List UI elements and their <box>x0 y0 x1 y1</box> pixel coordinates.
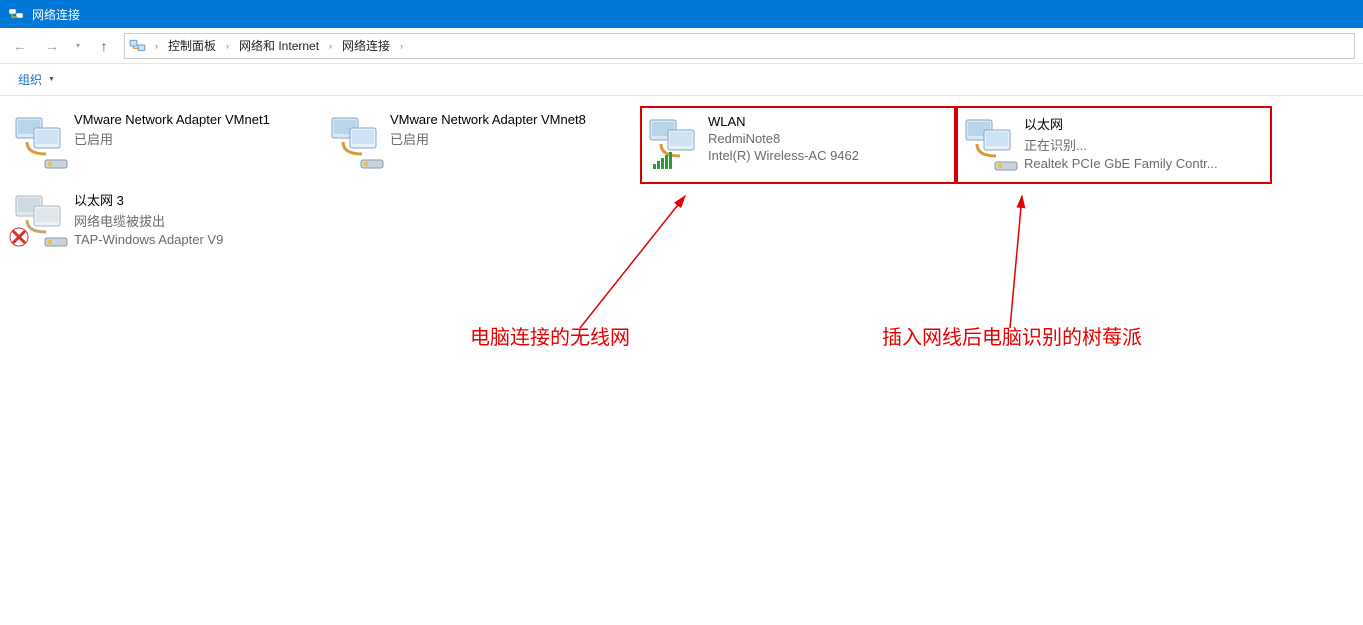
nic-icon <box>360 158 384 170</box>
adapter-grid: VMware Network Adapter VMnet1 已启用 VMwa <box>8 106 1355 262</box>
adapter-name: 以太网 3 <box>74 190 223 209</box>
network-adapter-icon <box>962 114 1016 168</box>
adapter-status: 已启用 <box>390 129 586 148</box>
up-button[interactable]: ↑ <box>92 34 116 58</box>
chevron-right-icon[interactable]: › <box>325 41 336 51</box>
navigation-bar: ← → ▾ ↑ › 控制面板 › 网络和 Internet › 网络连接 › <box>0 28 1363 64</box>
chevron-right-icon[interactable]: › <box>151 41 162 51</box>
adapter-item-wlan[interactable]: WLAN RedmiNote8 Intel(R) Wireless-AC 946… <box>640 106 956 184</box>
chevron-down-icon: ▼ <box>48 76 55 83</box>
chevron-right-icon[interactable]: › <box>222 41 233 51</box>
network-adapter-icon <box>12 112 66 166</box>
adapter-item[interactable]: 以太网 3 网络电缆被拔出 TAP-Windows Adapter V9 <box>8 184 324 262</box>
adapter-name: VMware Network Adapter VMnet8 <box>390 112 586 127</box>
breadcrumb-item[interactable]: 网络连接 <box>340 35 392 56</box>
adapter-device: Intel(R) Wireless-AC 9462 <box>708 148 859 163</box>
network-adapter-icon <box>12 190 66 244</box>
adapter-item-ethernet[interactable]: 以太网 正在识别... Realtek PCIe GbE Family Cont… <box>956 106 1272 184</box>
adapter-name: WLAN <box>708 114 859 129</box>
disconnected-x-icon <box>8 226 30 248</box>
adapter-name: VMware Network Adapter VMnet1 <box>74 112 270 127</box>
network-adapter-icon <box>328 112 382 166</box>
network-adapter-icon <box>646 114 700 168</box>
wifi-signal-icon <box>652 150 676 170</box>
content-area: VMware Network Adapter VMnet1 已启用 VMwa <box>0 96 1363 625</box>
network-icon <box>129 37 147 55</box>
organize-label: 组织 <box>18 71 42 88</box>
adapter-device: TAP-Windows Adapter V9 <box>74 232 223 247</box>
annotation-ethernet: 插入网线后电脑识别的树莓派 <box>882 321 1142 350</box>
toolbar: 组织 ▼ <box>0 64 1363 96</box>
adapter-status: 网络电缆被拔出 <box>74 211 223 230</box>
adapter-status: 已启用 <box>74 129 270 148</box>
titlebar: 网络连接 <box>0 0 1363 28</box>
adapter-item[interactable]: VMware Network Adapter VMnet8 已启用 <box>324 106 640 184</box>
back-button[interactable]: ← <box>8 34 32 58</box>
forward-button[interactable]: → <box>40 34 64 58</box>
adapter-item[interactable]: VMware Network Adapter VMnet1 已启用 <box>8 106 324 184</box>
adapter-name: 以太网 <box>1024 114 1218 133</box>
breadcrumb-item[interactable]: 网络和 Internet <box>237 35 321 56</box>
history-dropdown[interactable]: ▾ <box>72 34 84 58</box>
nic-icon <box>44 236 68 248</box>
window-title: 网络连接 <box>32 6 80 23</box>
nic-icon <box>994 160 1018 172</box>
organize-button[interactable]: 组织 ▼ <box>12 67 61 92</box>
adapter-status: 正在识别... <box>1024 135 1218 154</box>
breadcrumb-item[interactable]: 控制面板 <box>166 35 218 56</box>
nic-icon <box>44 158 68 170</box>
breadcrumb[interactable]: › 控制面板 › 网络和 Internet › 网络连接 › <box>124 33 1355 59</box>
adapter-device: Realtek PCIe GbE Family Contr... <box>1024 156 1218 171</box>
adapter-status: RedmiNote8 <box>708 131 859 146</box>
network-icon <box>8 6 24 22</box>
chevron-right-icon[interactable]: › <box>396 41 407 51</box>
annotation-wifi: 电脑连接的无线网 <box>470 321 630 350</box>
